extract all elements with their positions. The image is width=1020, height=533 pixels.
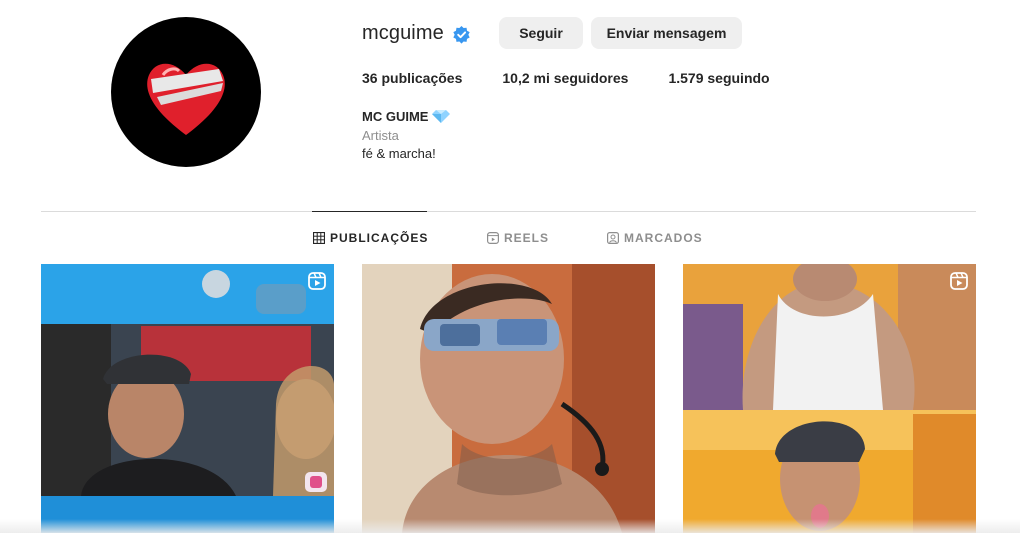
reels-icon bbox=[487, 232, 499, 244]
post-thumbnail[interactable] bbox=[362, 264, 655, 533]
following-count[interactable]: 1.579 seguindo bbox=[668, 70, 769, 86]
post-image bbox=[362, 264, 655, 533]
reels-icon bbox=[950, 272, 968, 290]
tab-tagged-label: MARCADOS bbox=[624, 231, 703, 245]
full-name: MC GUIME bbox=[362, 109, 429, 124]
tab-reels-label: REELS bbox=[504, 231, 550, 245]
follow-button[interactable]: Seguir bbox=[499, 17, 583, 49]
followers-count[interactable]: 10,2 mi seguidores bbox=[502, 70, 628, 86]
profile-bio: fé & marcha! bbox=[362, 146, 436, 161]
posts-count: 36 publicações bbox=[362, 70, 463, 86]
full-name-row: MC GUIME bbox=[362, 109, 451, 124]
diamond-emoji-icon bbox=[432, 110, 451, 123]
verified-badge-icon bbox=[453, 25, 470, 44]
post-image bbox=[41, 264, 334, 533]
username: mcguime bbox=[362, 22, 444, 44]
reels-icon bbox=[308, 272, 326, 290]
post-image bbox=[683, 264, 976, 533]
tagged-icon bbox=[607, 232, 619, 244]
tab-posts[interactable]: PUBLICAÇÕES bbox=[313, 231, 428, 245]
tabs-divider bbox=[41, 211, 976, 212]
tab-reels[interactable]: REELS bbox=[487, 231, 549, 245]
profile-avatar[interactable] bbox=[111, 17, 261, 167]
grid-icon bbox=[313, 232, 325, 244]
bottom-fade bbox=[0, 519, 1020, 533]
post-thumbnail[interactable] bbox=[41, 264, 334, 533]
tab-posts-label: PUBLICAÇÕES bbox=[330, 231, 429, 245]
profile-category: Artista bbox=[362, 128, 399, 143]
active-tab-indicator bbox=[312, 211, 427, 212]
bandaged-heart-icon bbox=[147, 63, 225, 135]
send-message-button[interactable]: Enviar mensagem bbox=[591, 17, 742, 49]
profile-stats: 36 publicações 10,2 mi seguidores 1.579 … bbox=[362, 70, 810, 86]
tab-tagged[interactable]: MARCADOS bbox=[607, 231, 703, 245]
post-thumbnail[interactable] bbox=[683, 264, 976, 533]
